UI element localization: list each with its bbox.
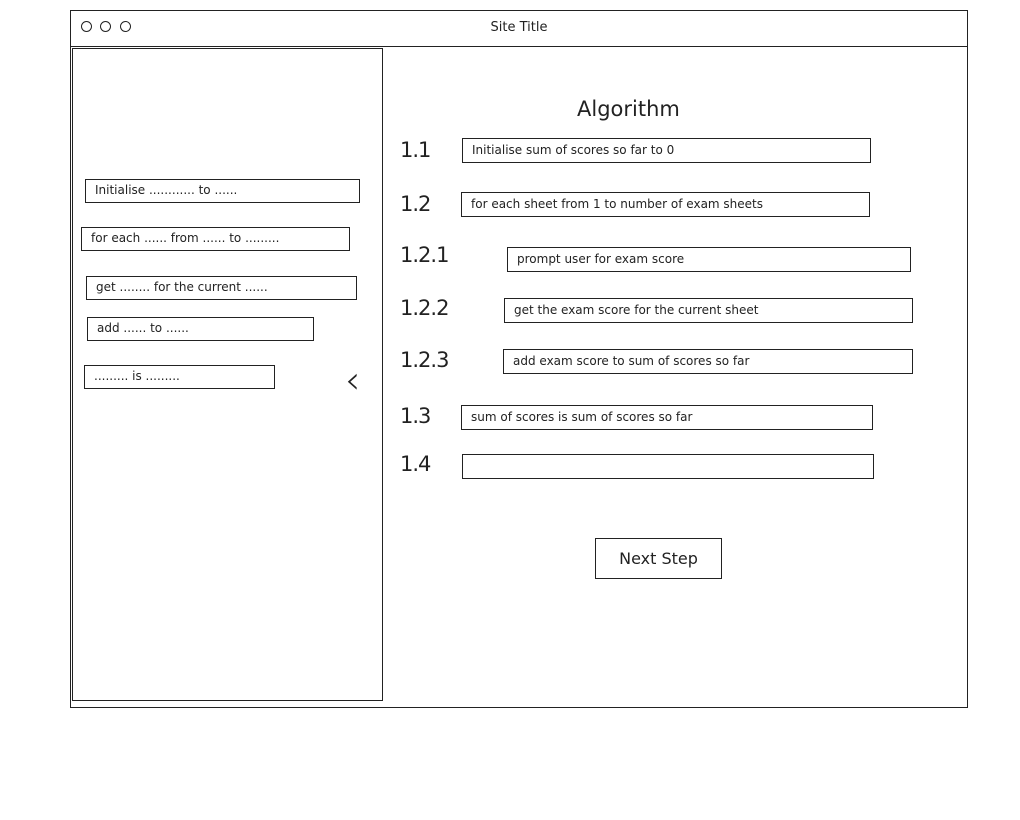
step-field[interactable]: Initialise sum of scores so far to 0: [462, 138, 871, 163]
step-number: 1.1: [400, 138, 431, 162]
next-step-button[interactable]: Next Step: [595, 538, 722, 579]
template-for-each[interactable]: for each ...... from ...... to .........: [81, 227, 350, 251]
step-field[interactable]: [462, 454, 874, 479]
chevron-left-icon[interactable]: ‹: [345, 361, 360, 399]
template-add[interactable]: add ...... to ......: [87, 317, 314, 341]
step-field[interactable]: add exam score to sum of scores so far: [503, 349, 913, 374]
step-field[interactable]: for each sheet from 1 to number of exam …: [461, 192, 870, 217]
step-number: 1.2.3: [400, 348, 449, 372]
step-number: 1.2.2: [400, 296, 449, 320]
title-bar: Site Title: [71, 11, 967, 47]
template-get[interactable]: get ........ for the current ......: [86, 276, 357, 300]
template-is[interactable]: ......... is .........: [84, 365, 275, 389]
step-field[interactable]: sum of scores is sum of scores so far: [461, 405, 873, 430]
step-field[interactable]: prompt user for exam score: [507, 247, 911, 272]
step-number: 1.2: [400, 192, 431, 216]
step-field[interactable]: get the exam score for the current sheet: [504, 298, 913, 323]
step-number: 1.4: [400, 452, 431, 476]
page-heading: Algorithm: [577, 97, 680, 121]
template-initialise[interactable]: Initialise ............ to ......: [85, 179, 360, 203]
site-title: Site Title: [490, 20, 548, 35]
step-number: 1.3: [400, 404, 431, 428]
step-number: 1.2.1: [400, 243, 449, 267]
template-sidebar: Initialise ............ to ...... for ea…: [72, 48, 383, 701]
browser-window: Site Title Initialise ............ to ..…: [70, 10, 968, 708]
